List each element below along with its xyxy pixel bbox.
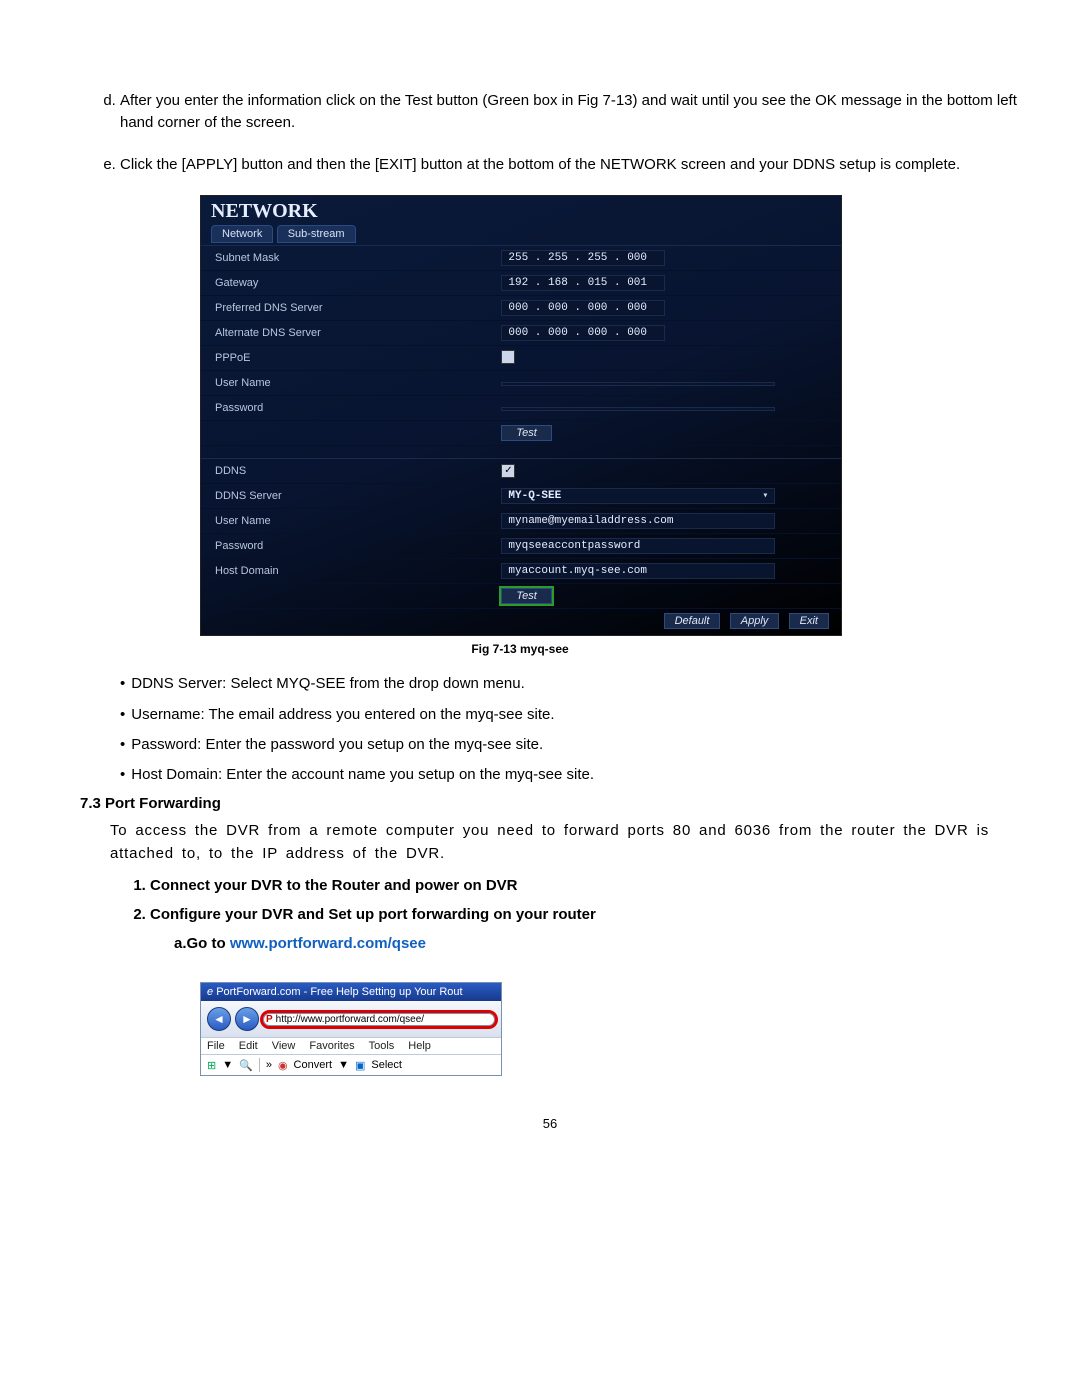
checkbox-pppoe[interactable] xyxy=(501,350,515,364)
forward-button[interactable]: ► xyxy=(235,1007,259,1031)
label-subnet-mask: Subnet Mask xyxy=(201,246,495,271)
menu-help[interactable]: Help xyxy=(408,1040,431,1052)
step-1-heading: Connect your DVR to the Router and power… xyxy=(150,875,1020,896)
desc-hostdomain: Host Domain: Enter the account name you … xyxy=(120,765,1020,785)
checkbox-ddns[interactable]: ✓ xyxy=(501,464,515,478)
label-gateway: Gateway xyxy=(201,271,495,296)
menu-edit[interactable]: Edit xyxy=(239,1040,258,1052)
label-alt-dns: Alternate DNS Server xyxy=(201,321,495,346)
step-d: After you enter the information click on… xyxy=(120,90,1020,134)
label-ddns-pass: Password xyxy=(201,534,495,559)
test-button-ddns[interactable]: Test xyxy=(501,588,551,604)
chevron-down-icon: ▾ xyxy=(762,490,768,502)
step-e: Click the [APPLY] button and then the [E… xyxy=(120,154,1020,176)
tab-network[interactable]: Network xyxy=(211,225,273,243)
page-number: 56 xyxy=(80,1116,1020,1131)
menu-favorites[interactable]: Favorites xyxy=(309,1040,354,1052)
desc-username: Username: The email address you entered … xyxy=(120,705,1020,725)
section-7-3-heading: 7.3 Port Forwarding xyxy=(80,795,1020,812)
label-pppoe-pass: Password xyxy=(201,396,495,421)
ie-page-icon: e xyxy=(207,986,216,998)
menu-file[interactable]: File xyxy=(207,1040,225,1052)
label-pref-dns: Preferred DNS Server xyxy=(201,296,495,321)
dvr-window-title: NETWORK xyxy=(201,196,841,225)
dropdown-ddns-server[interactable]: MY-Q-SEE▾ xyxy=(501,488,775,504)
url-text: http://www.portforward.com/qsee/ xyxy=(276,1014,424,1025)
convert-icon: ◉ xyxy=(278,1059,288,1072)
dvr-network-screen: NETWORK Network Sub-stream Subnet Mask 2… xyxy=(200,195,842,636)
field-pppoe-user[interactable] xyxy=(501,382,775,386)
test-button-pppoe[interactable]: Test xyxy=(501,425,551,441)
browser-screenshot: e PortForward.com - Free Help Setting up… xyxy=(200,982,502,1076)
label-host-domain: Host Domain xyxy=(201,559,495,584)
default-button[interactable]: Default xyxy=(664,613,721,629)
address-bar[interactable]: P http://www.portforward.com/qsee/ xyxy=(263,1013,495,1026)
search-icon[interactable]: 🔍 xyxy=(239,1059,253,1072)
dropdown-icon[interactable]: ▼ xyxy=(222,1059,233,1071)
more-chevron-icon[interactable]: » xyxy=(266,1059,272,1071)
substep-a-prefix: a.Go to xyxy=(174,935,230,952)
figure-caption: Fig 7-13 myq-see xyxy=(200,642,840,656)
label-ddns-server: DDNS Server xyxy=(201,484,495,509)
label-ddns: DDNS xyxy=(201,459,495,484)
browser-title: PortForward.com - Free Help Setting up Y… xyxy=(216,986,462,998)
desc-password: Password: Enter the password you setup o… xyxy=(120,735,1020,755)
menu-view[interactable]: View xyxy=(272,1040,296,1052)
back-button[interactable]: ◄ xyxy=(207,1007,231,1031)
field-host-domain[interactable]: myaccount.myq-see.com xyxy=(501,563,775,579)
exit-button[interactable]: Exit xyxy=(789,613,829,629)
field-alt-dns[interactable]: 000 . 000 . 000 . 000 xyxy=(501,325,665,341)
dropdown-icon[interactable]: ▼ xyxy=(338,1059,349,1071)
menu-tools[interactable]: Tools xyxy=(369,1040,395,1052)
field-gateway[interactable]: 192 . 168 . 015 . 001 xyxy=(501,275,665,291)
label-ddns-user: User Name xyxy=(201,509,495,534)
tab-substream[interactable]: Sub-stream xyxy=(277,225,356,243)
apply-button[interactable]: Apply xyxy=(730,613,780,629)
convert-button[interactable]: Convert xyxy=(294,1059,333,1071)
label-pppoe-user: User Name xyxy=(201,371,495,396)
select-icon: ▣ xyxy=(355,1059,365,1072)
desc-ddns-server: DDNS Server: Select MYQ-SEE from the dro… xyxy=(120,674,1020,694)
site-favicon-icon: P xyxy=(266,1014,273,1025)
select-button[interactable]: Select xyxy=(371,1059,402,1071)
field-ddns-user[interactable]: myname@myemailaddress.com xyxy=(501,513,775,529)
field-subnet-mask[interactable]: 255 . 255 . 255 . 000 xyxy=(501,250,665,266)
field-ddns-pass[interactable]: myqseeaccontpassword xyxy=(501,538,775,554)
windows-orb-icon[interactable]: ⊞ xyxy=(207,1059,216,1072)
field-pppoe-pass[interactable] xyxy=(501,407,775,411)
portforward-link[interactable]: www.portforward.com/qsee xyxy=(230,935,426,952)
field-pref-dns[interactable]: 000 . 000 . 000 . 000 xyxy=(501,300,665,316)
label-pppoe: PPPoE xyxy=(201,346,495,371)
step-2-heading: Configure your DVR and Set up port forwa… xyxy=(150,904,1020,954)
section-7-3-para: To access the DVR from a remote computer… xyxy=(110,820,1020,865)
